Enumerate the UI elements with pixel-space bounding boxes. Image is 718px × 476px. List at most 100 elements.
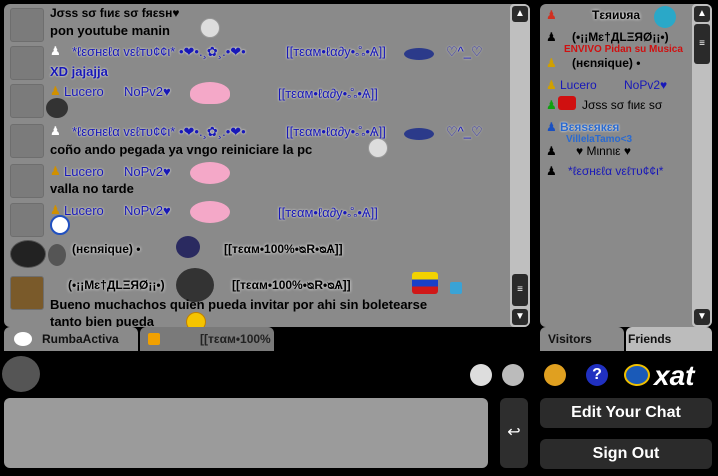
user-avatar[interactable] [2,356,40,392]
user-status: NoPv2♥ [124,84,171,99]
avatar[interactable] [10,84,44,118]
user-name[interactable]: *ℓεσнεℓα vεℓтυ¢¢ι* •❤•.¸✿¸.•❤• [72,124,246,140]
scroll-thumb[interactable]: ≡ [512,274,528,306]
user-name: Bεяsεякεя [560,120,620,134]
user-status: [[тεαм•100%•ᴓR•ᴓѦ]] [232,278,351,292]
avatar[interactable] [10,164,44,198]
tab-visitors[interactable]: Visitors [540,327,624,351]
speech-bubble-icon [14,332,32,346]
message-list: Jσss sσ fιиε sσ fяεsн♥ pon youtube manin… [4,4,508,327]
ninja-smiley-icon [48,244,66,266]
sign-out-button[interactable]: Sign Out [540,439,712,469]
user-name[interactable]: (нєnяique) • [72,242,140,256]
tab-friends[interactable]: Friends [626,327,712,351]
pawn-icon: ♟ [50,164,61,178]
user-name: *ℓεσнεℓα vεℓтυ¢¢ι* [568,164,664,178]
scroll-down-button[interactable]: ▼ [512,309,528,325]
avatar[interactable] [10,276,44,310]
scroll-up-button[interactable]: ▲ [512,6,528,22]
ninja-smiley-icon [46,98,68,118]
avatar[interactable] [10,8,44,42]
avatar[interactable] [10,203,44,237]
flag-icon [412,272,438,294]
lock-icon [148,333,160,345]
user-list-item[interactable]: ♟ (•¡¡Mɛ†ДLΞЯØ¡¡•) ENVIVO Pidan su Music… [546,30,683,55]
tab-label: Visitors [548,332,592,346]
avatar[interactable] [10,240,46,268]
send-button[interactable]: ↩ [500,398,528,468]
angel-smiley-icon [190,162,230,184]
ufo-icon [404,128,434,140]
message-text: tanto bien pueda [50,314,154,327]
user-name[interactable]: Lucero [64,203,104,218]
pawn-icon: ♟ [50,44,61,58]
user-status: NoPv2♥ [624,78,668,92]
user-name: Jσss sσ fιиε sσ [582,98,663,112]
scroll-up-button[interactable]: ▲ [694,6,710,22]
avatar[interactable] [10,46,44,80]
pirate-smiley-icon [176,236,200,258]
user-list-item[interactable]: ♟ Jσss sσ fιиε sσ [546,96,662,112]
edit-chat-button[interactable]: Edit Your Chat [540,398,712,428]
angel-smiley-icon [190,201,230,223]
user-status: [[тεαм•ℓα∂у•ஃ•Ѧ]] [278,86,378,101]
user-name[interactable]: Lucero [64,84,104,99]
tab-label: RumbaActiva [42,332,119,346]
message-text: coño ando pegada ya vngo reiniciare la p… [50,142,313,157]
users-list-panel: ♟ Tεяиυяа ♟ (•¡¡Mɛ†ДLΞЯØ¡¡•) ENVIVO Pida… [540,4,712,327]
tab-label: Friends [628,332,672,346]
users-scrollbar[interactable]: ▲ ≡ ▼ [692,4,712,327]
tab-label: [[тεαм•100% [200,332,271,346]
user-name: Tεяиυяа [592,8,641,22]
angel-smiley-icon [190,82,230,104]
user-list-item[interactable]: ♟ Lucero NoPv2♥ [546,78,667,92]
user-list-item[interactable]: ♟ *ℓεσнεℓα vεℓтυ¢¢ι* [546,164,663,178]
tab-main-chat[interactable]: RumbaActiva [4,327,138,351]
user-status: [[тεαм•ℓα∂у•ஃ•Ѧ]] [286,44,386,59]
friends-icon[interactable] [544,364,566,386]
user-status: NoPv2♥ [124,203,171,218]
help-icon[interactable]: ? [586,364,608,386]
message-text: pon youtube manin [50,23,170,38]
user-list-item[interactable]: ♟ Tεяиυяа [546,6,676,28]
user-status: ♡^_♡ [446,44,483,59]
message-text: Bueno muchachos quien pueda invitar por … [50,297,428,312]
scroll-thumb[interactable]: ≡ [694,24,710,64]
youtube-icon [558,96,576,110]
sound-off-icon[interactable] [470,364,492,386]
user-name[interactable]: Lucero [64,164,104,179]
clock-icon [50,215,70,235]
pawn-icon: ♟ [50,84,61,98]
smiley-icon [200,18,220,38]
user-name[interactable]: (•¡¡Mɛ†ДLΞЯØ¡¡•) [68,278,165,292]
avatar[interactable] [10,124,44,158]
user-status: NoPv2♥ [124,164,171,179]
user-list-item[interactable]: ♟ ♥ Mιnnιε ♥ [546,144,631,158]
tab-private-chat[interactable]: [[тεαм•100% [140,327,274,351]
user-status: [[тεαм•ℓα∂у•ஃ•Ѧ]] [286,124,386,139]
xat-logo[interactable]: xat [654,360,694,392]
message-text: Jσss sσ fιиε sσ fяεsн♥ [50,6,180,20]
ufo-icon [404,48,434,60]
user-name: ♥ Mιnnιε ♥ [576,144,631,158]
user-name: Lucero [560,78,597,92]
scroll-down-button[interactable]: ▼ [694,309,710,325]
smiley-icon [186,312,206,327]
xat-logo-icon[interactable] [624,364,650,386]
user-list-item[interactable]: ♟ (нєnяique) • [546,56,640,70]
chat-scrollbar[interactable]: ▲ ≡ ▼ [510,4,530,327]
user-list-item[interactable]: ♟ Bεяsεякεя VillelaTamo<3 [546,120,632,145]
user-status: ♡^_♡ [446,124,483,139]
user-status: [[тεαм•100%•ᴓR•ᴓѦ]] [224,242,343,256]
home-icon [450,282,462,294]
user-status: [[тεαм•ℓα∂у•ஃ•Ѧ]] [278,205,378,220]
message-text: valla no tarde [50,181,134,196]
smiley-icon [368,138,388,158]
user-name[interactable]: *ℓεσнεℓα vεℓтυ¢¢ι* •❤•.¸✿¸.•❤• [72,44,246,60]
user-name: (•¡¡Mɛ†ДLΞЯØ¡¡•) [572,30,669,44]
user-name: (нєnяique) • [572,56,641,70]
message-input[interactable] [4,398,488,468]
avatar [654,6,676,28]
mute-icon[interactable] [502,364,524,386]
message-text: XD jajajja [50,64,108,79]
